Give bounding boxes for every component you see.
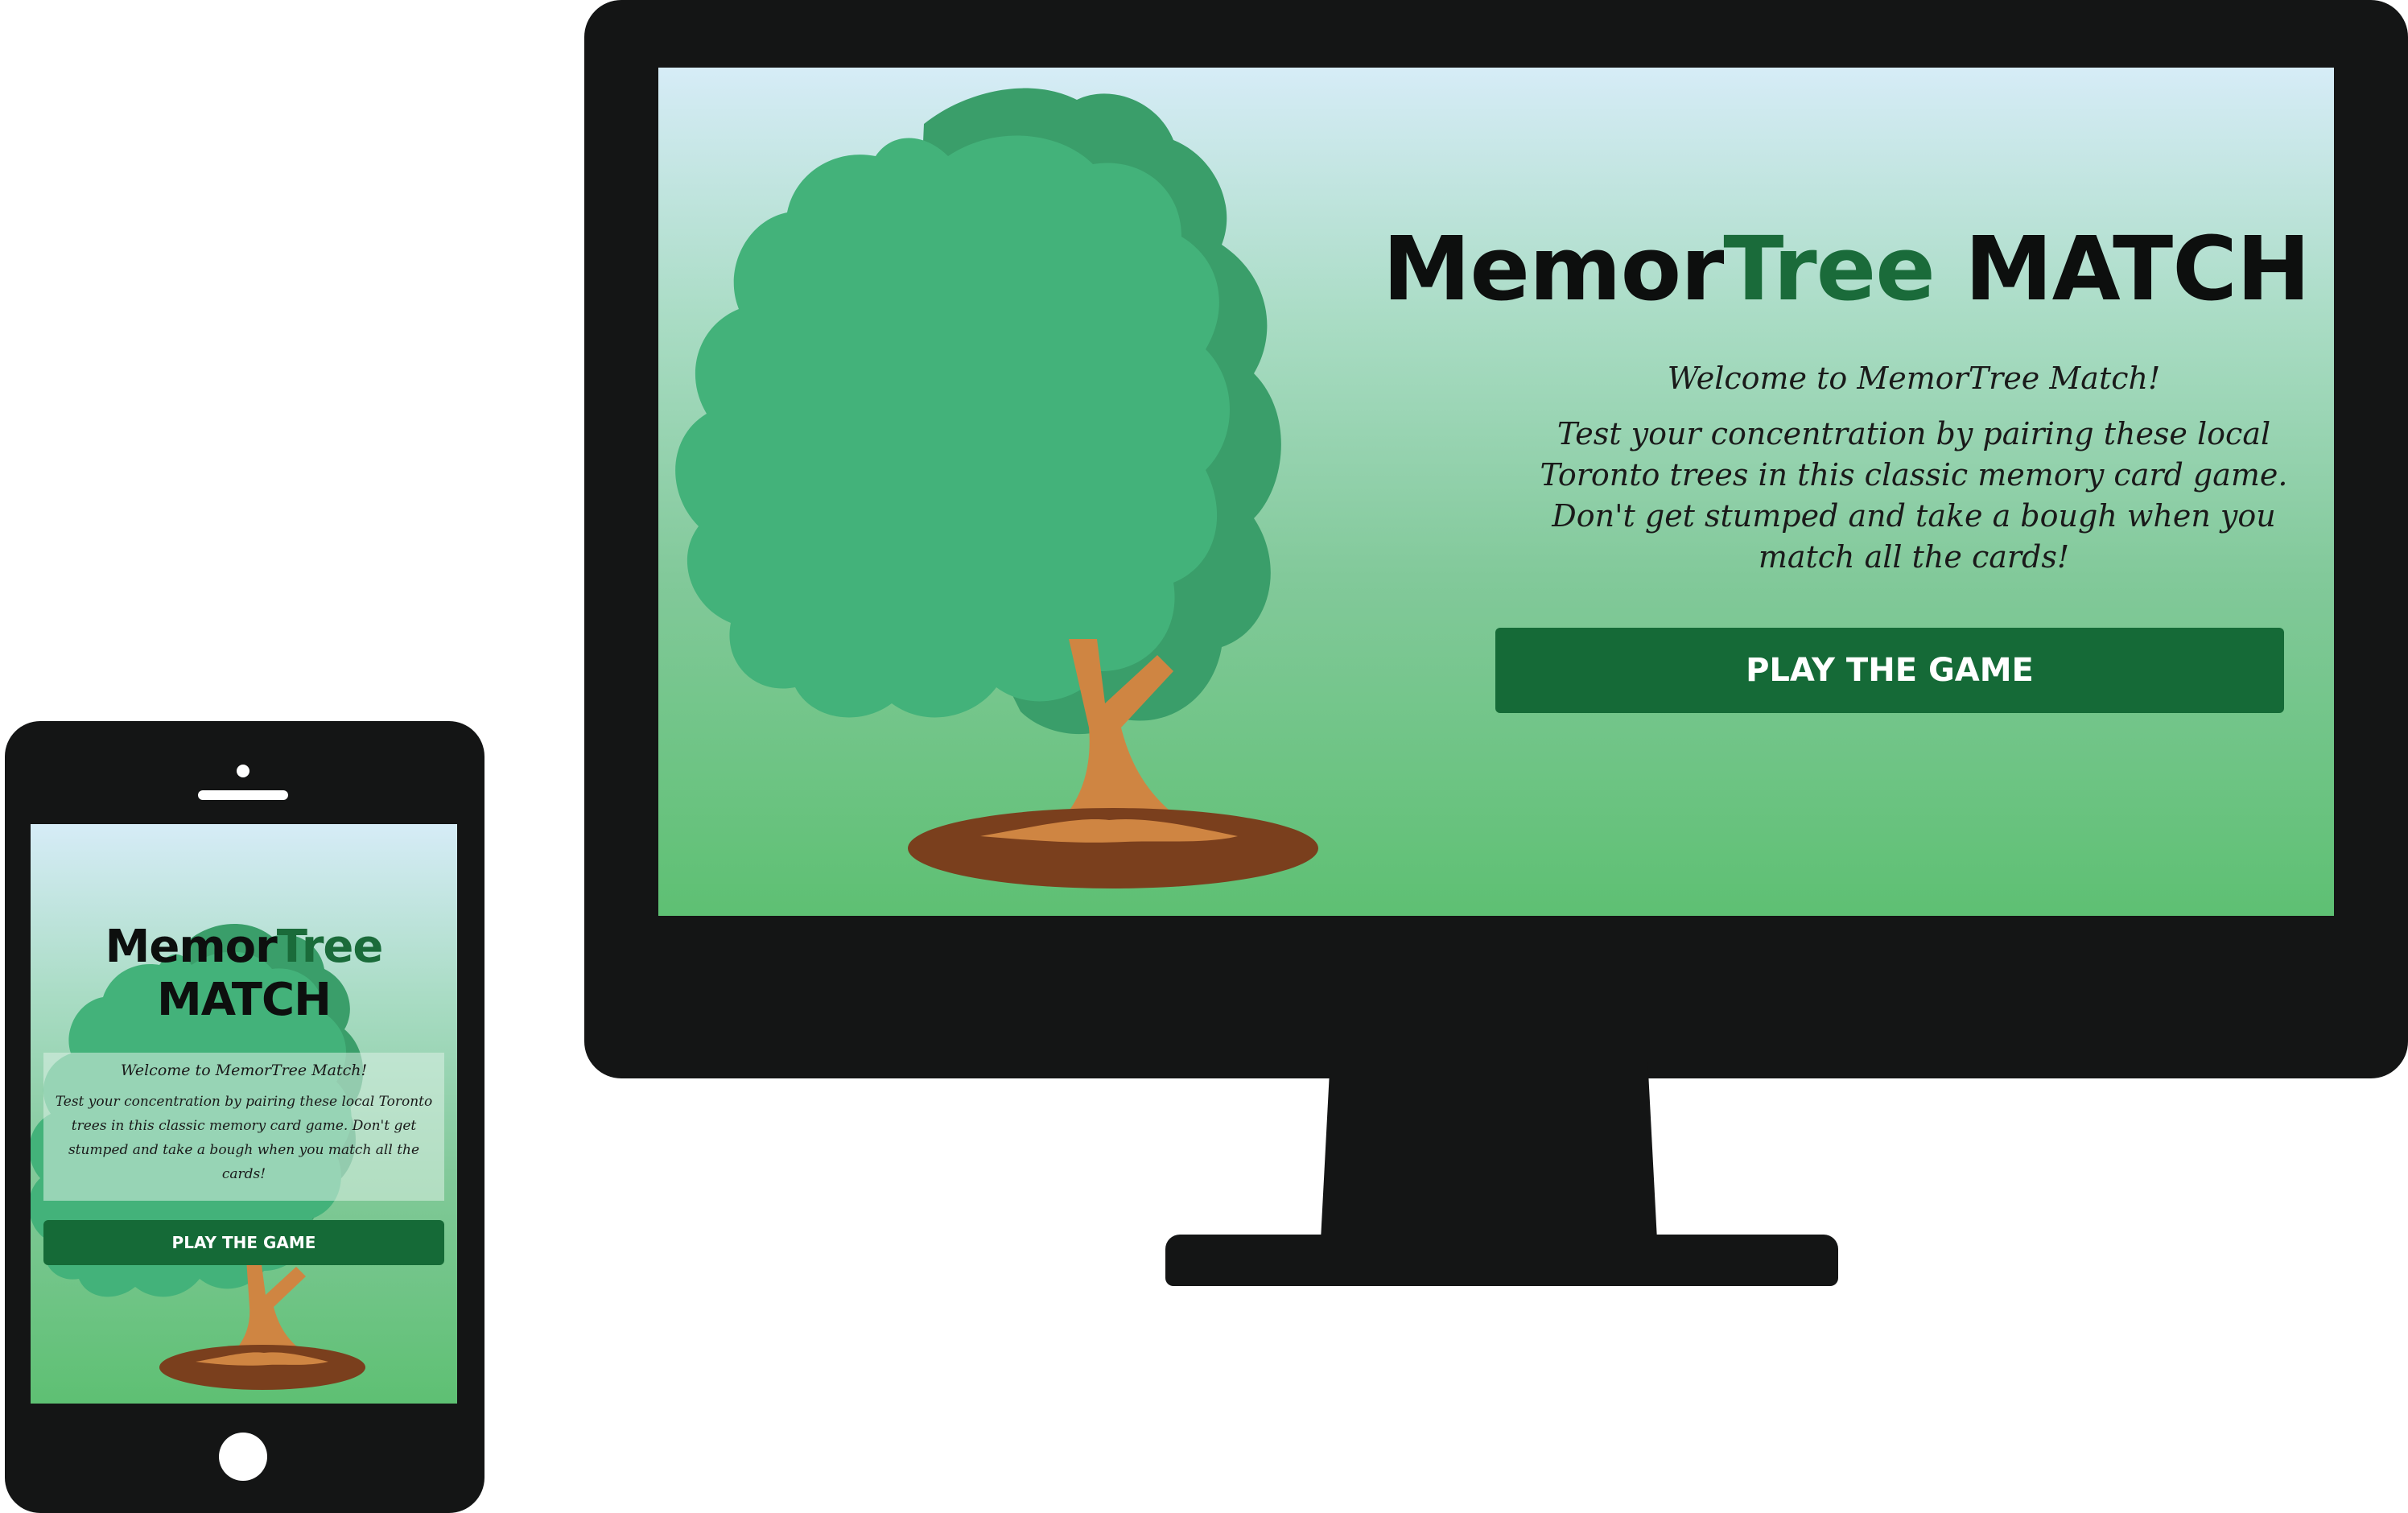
welcome-text-mobile: Welcome to MemorTree Match! <box>120 1062 368 1079</box>
desktop-monitor-stand-base <box>1165 1235 1838 1286</box>
page-title-mobile: MemorTree MATCH <box>31 921 457 1027</box>
phone-screen: MemorTree MATCH Welcome to MemorTree Matc… <box>31 824 457 1404</box>
title-memor-mobile: Memor <box>105 921 278 973</box>
phone-speaker-icon <box>198 790 288 800</box>
tree-soil-mobile <box>159 1345 365 1390</box>
description-text-mobile: Test your concentration by pairing these… <box>55 1094 433 1182</box>
title-tree: Tree <box>1723 217 1935 320</box>
play-the-game-button[interactable]: PLAY THE GAME <box>1495 628 2284 713</box>
description-text: Test your concentration by pairing these… <box>1540 416 2288 575</box>
title-match-mobile: MATCH <box>157 974 332 1026</box>
play-the-game-button-mobile[interactable]: PLAY THE GAME <box>43 1220 444 1265</box>
page-title: MemorTree MATCH <box>1272 221 2311 317</box>
phone-home-button[interactable] <box>219 1433 267 1481</box>
tree-foliage-front <box>675 135 1230 718</box>
phone-camera-icon <box>237 765 249 777</box>
title-tree-mobile: Tree <box>276 921 384 973</box>
title-memor: Memor <box>1382 217 1725 320</box>
title-match: MATCH <box>1934 217 2311 320</box>
desktop-monitor-stand-neck <box>1320 1062 1658 1255</box>
welcome-text: Welcome to MemorTree Match! <box>1667 361 2161 396</box>
desktop-screen: MemorTree MATCH Welcome to MemorTree Mat… <box>658 68 2334 916</box>
